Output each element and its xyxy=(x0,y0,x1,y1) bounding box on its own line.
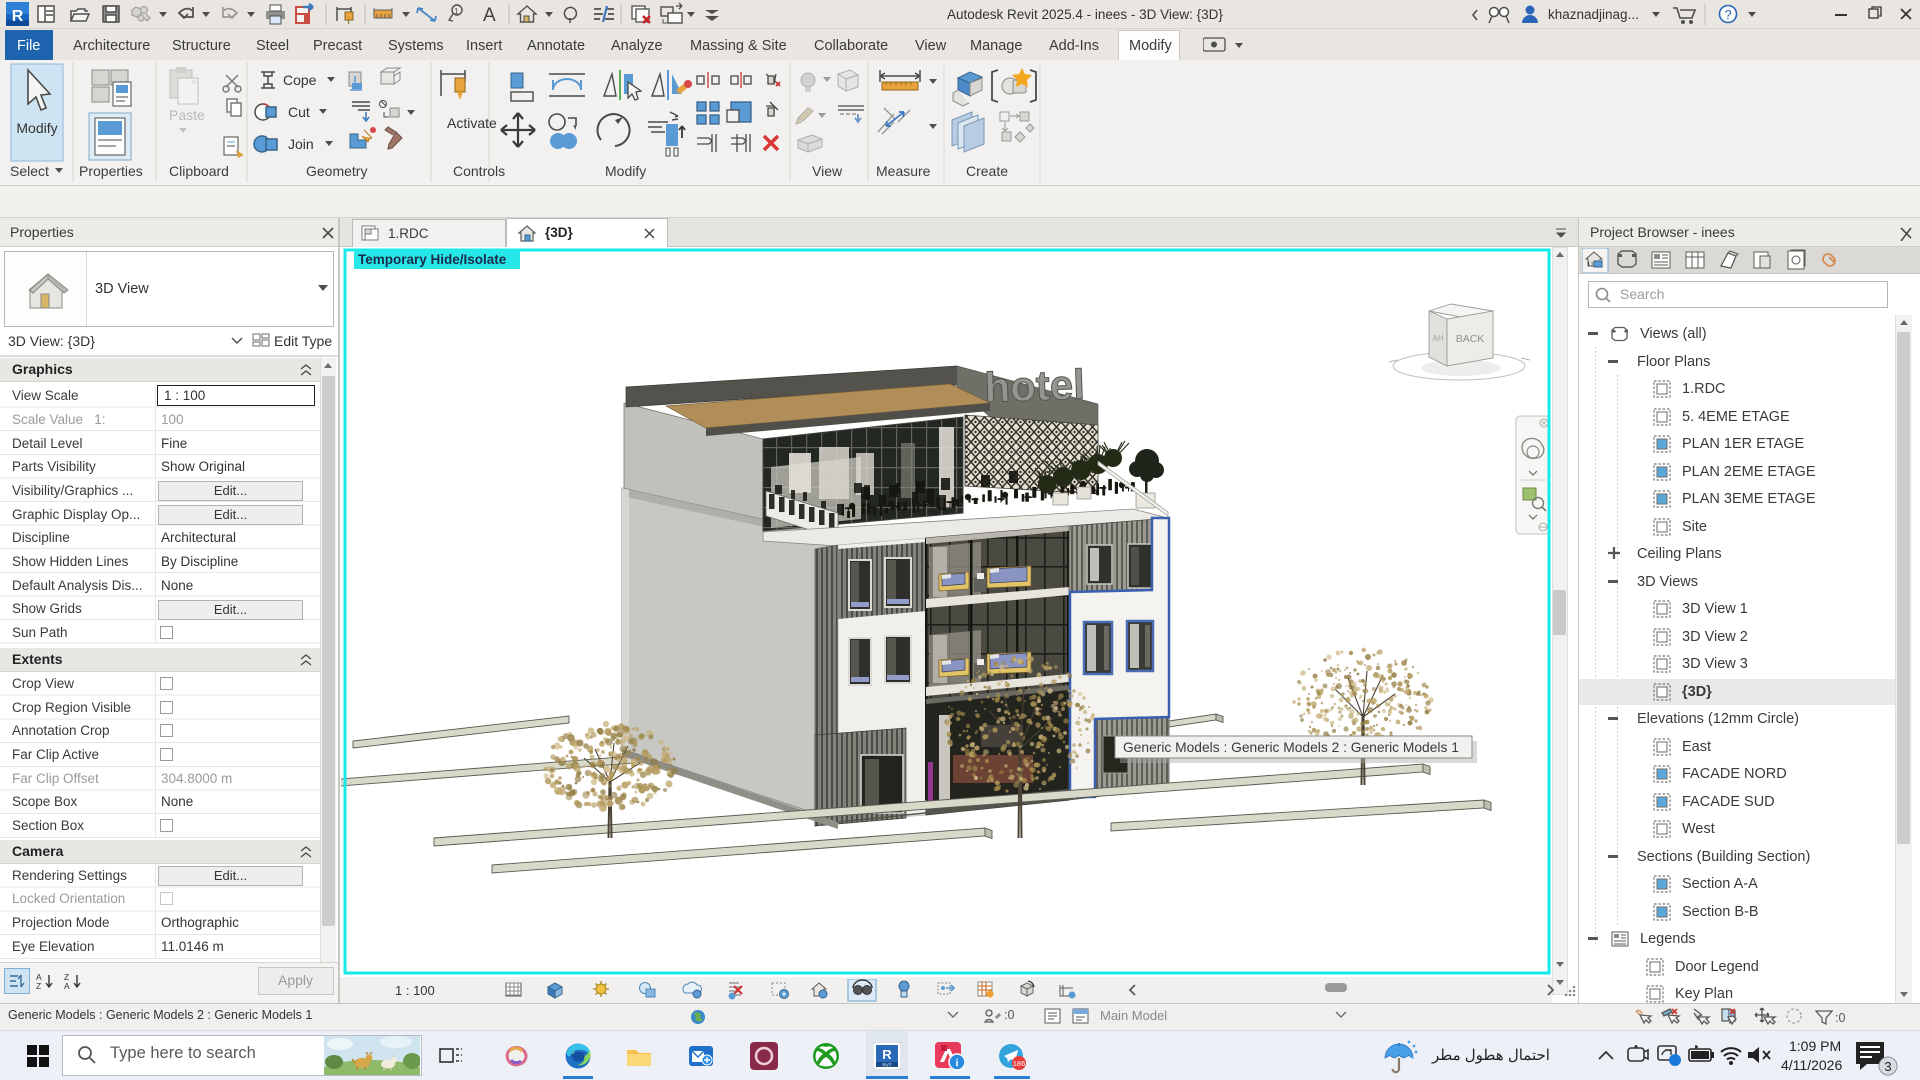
svg-text:A: A xyxy=(64,981,70,990)
svg-text:BACK: BACK xyxy=(1456,333,1485,345)
svg-text:?: ? xyxy=(1725,7,1732,22)
svg-text:hotel: hotel xyxy=(984,361,1086,411)
svg-text:186: 186 xyxy=(1013,1059,1026,1068)
svg-text:Join: Join xyxy=(288,136,314,152)
svg-text:Clipboard: Clipboard xyxy=(169,163,229,179)
svg-text:Paste: Paste xyxy=(169,107,205,123)
svg-text:R: R xyxy=(882,1047,892,1062)
svg-text:R: R xyxy=(12,8,24,25)
svg-text:Cope: Cope xyxy=(283,72,317,88)
svg-text:Geometry: Geometry xyxy=(306,163,367,179)
svg-text:i: i xyxy=(956,1058,959,1069)
svg-text:View: View xyxy=(812,163,843,179)
svg-text::0: :0 xyxy=(1835,1011,1845,1025)
svg-text:Modify: Modify xyxy=(605,163,646,179)
svg-text:Generic Models : Generic Model: Generic Models : Generic Models 2 : Gene… xyxy=(1123,740,1459,755)
svg-text:Create: Create xyxy=(966,163,1008,179)
svg-text:Activate: Activate xyxy=(447,115,497,131)
svg-text:Modify: Modify xyxy=(16,120,57,136)
svg-text:Lt: Lt xyxy=(1588,262,1593,268)
svg-text:3: 3 xyxy=(1884,1059,1891,1074)
svg-text:Z: Z xyxy=(36,981,41,990)
svg-text:Select: Select xyxy=(10,163,49,179)
svg-text:RVT: RVT xyxy=(883,1063,892,1068)
svg-text:Controls: Controls xyxy=(453,163,505,179)
svg-text:1: 1 xyxy=(454,7,459,16)
svg-text:Measure: Measure xyxy=(876,163,931,179)
svg-text:Properties: Properties xyxy=(79,163,143,179)
svg-text:HA: HA xyxy=(1432,334,1444,343)
svg-text:A: A xyxy=(483,5,496,26)
svg-text:Cut: Cut xyxy=(288,104,310,120)
